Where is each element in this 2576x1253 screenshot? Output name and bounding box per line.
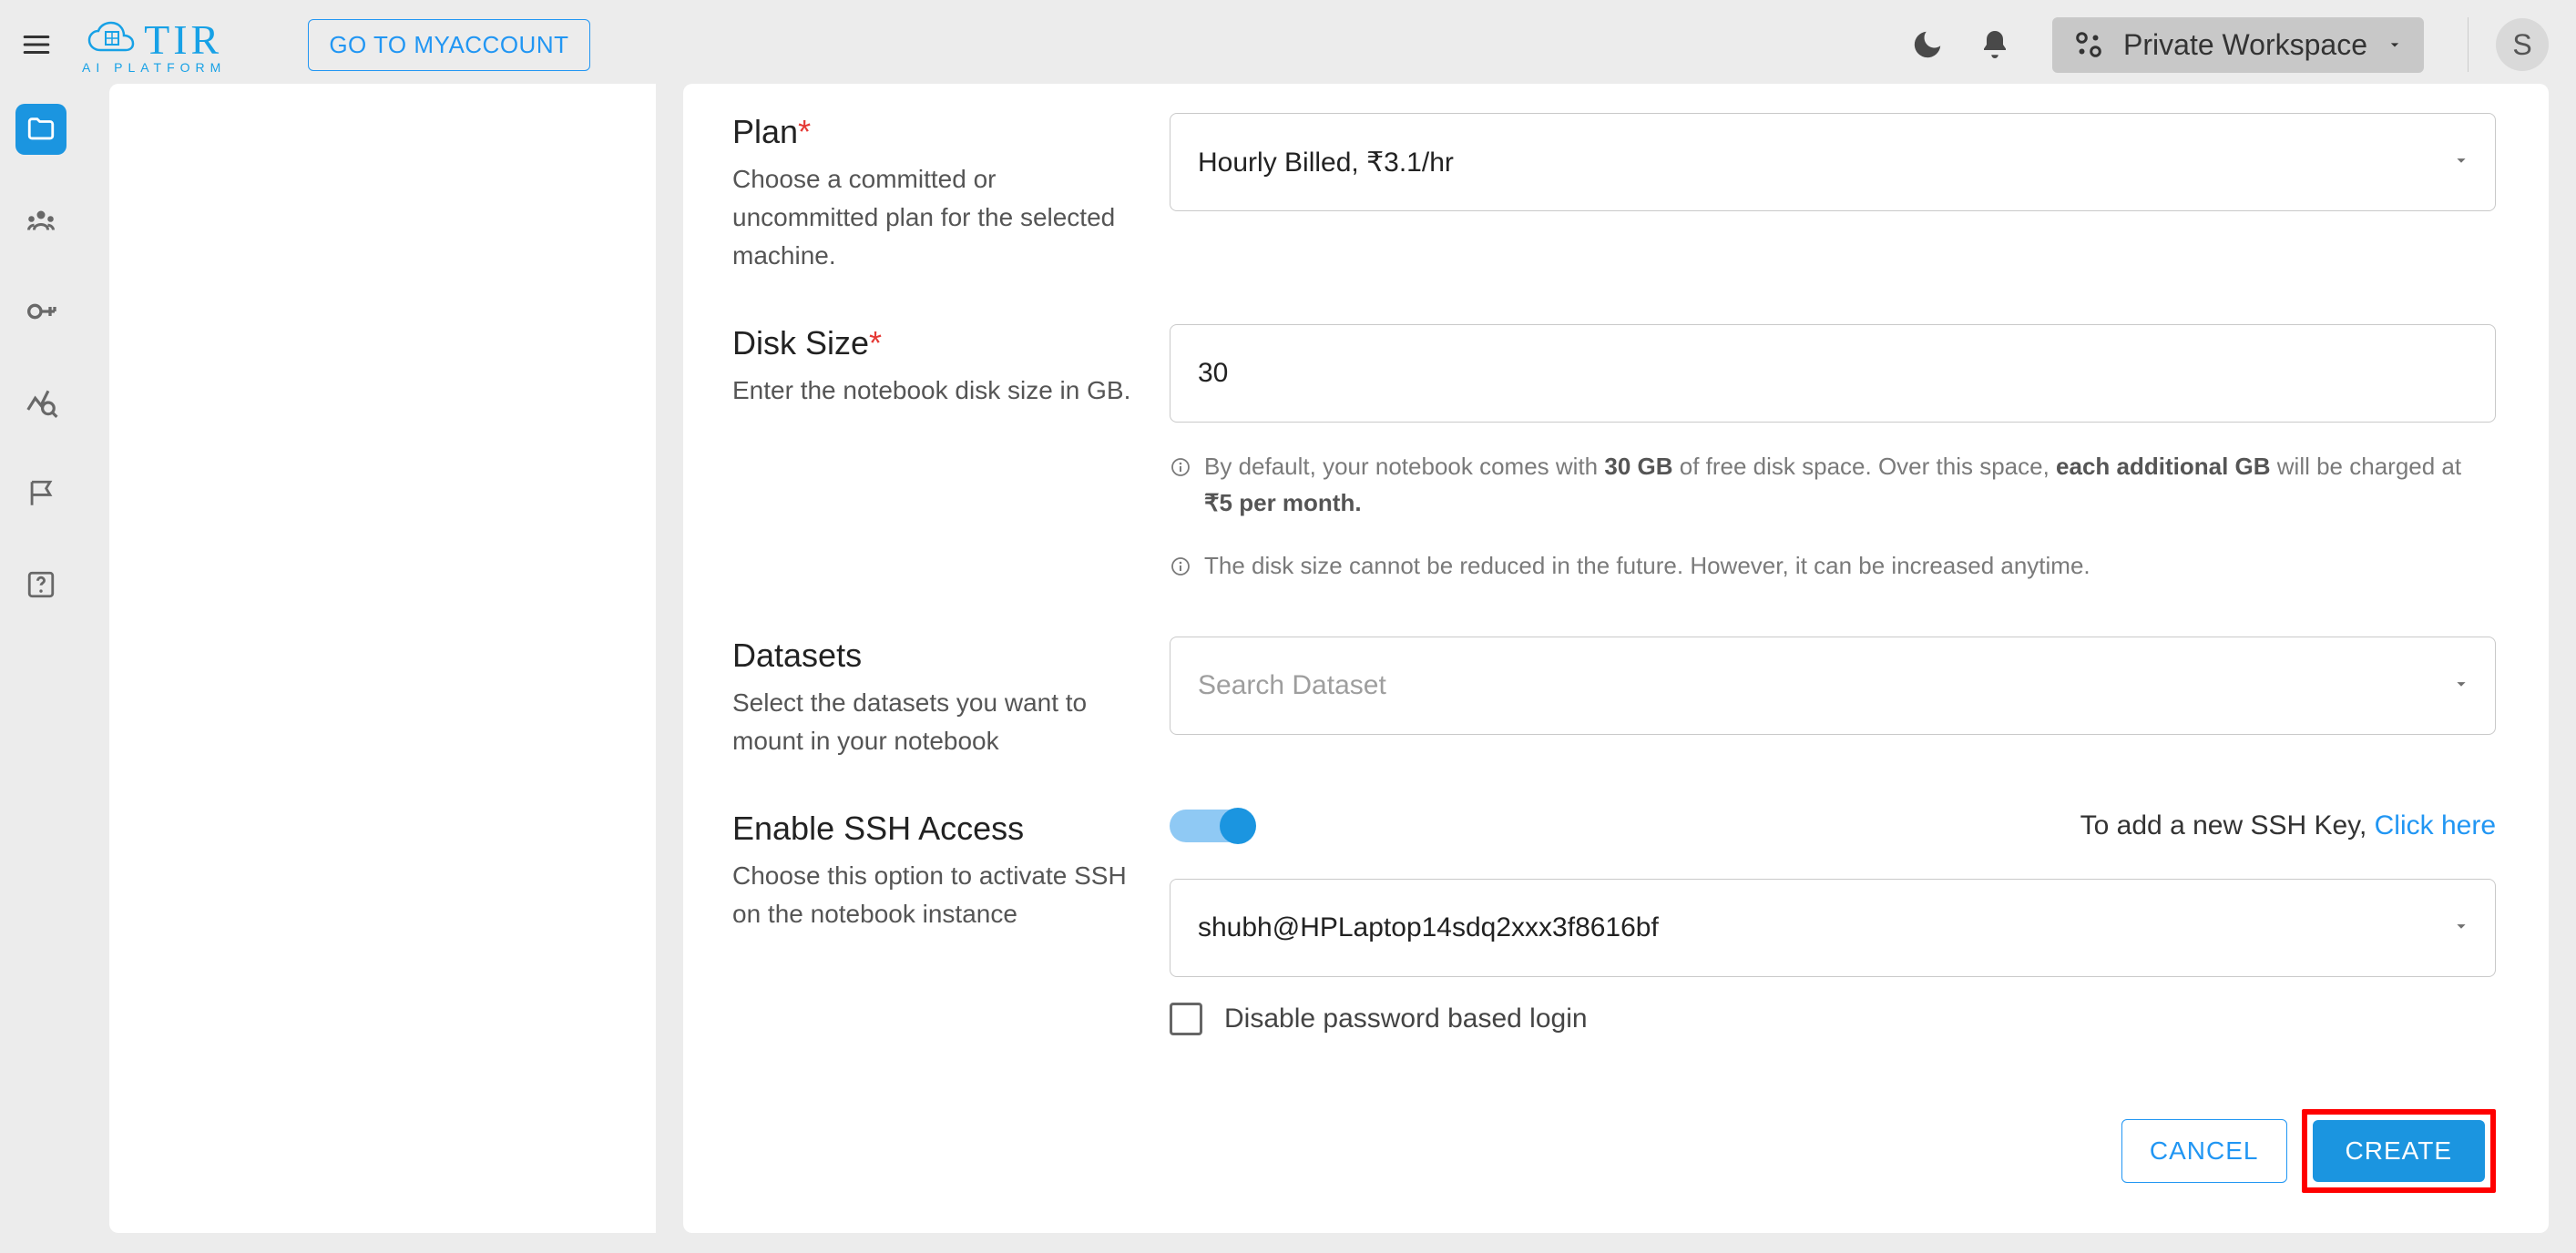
create-highlight: CREATE [2302,1109,2497,1193]
checkbox-icon [1170,1003,1202,1035]
header-divider [2468,17,2469,72]
wizard-left-panel [109,84,656,1233]
theme-toggle-button[interactable] [1905,22,1950,67]
logo-text: TIR [144,15,222,64]
add-ssh-key-link[interactable]: Click here [2375,810,2496,840]
disk-label: Disk Size* [732,324,1133,362]
plan-row: Plan* Choose a committed or uncommitted … [732,113,2496,275]
key-icon [23,293,59,330]
ssh-label: Enable SSH Access [732,810,1133,848]
datasets-label: Datasets [732,637,1133,675]
ssh-key-select[interactable]: shubh@HPLaptop14sdq2xxx3f8616bf [1170,879,2496,977]
workspace-selector[interactable]: Private Workspace [2052,17,2424,73]
logo-subtext: AI PLATFORM [82,60,226,75]
chevron-down-icon [2451,912,2471,943]
logo[interactable]: TIR AI PLATFORM [82,15,226,75]
flag-icon [26,478,56,509]
workspace-icon [2072,28,2105,61]
notifications-button[interactable] [1972,22,2018,67]
disk-desc: Enter the notebook disk size in GB. [732,372,1133,410]
sidebar-item-flag[interactable] [15,468,66,519]
disk-help-1: By default, your notebook comes with 30 … [1170,448,2496,522]
help-icon [26,569,56,600]
workspace-label: Private Workspace [2123,28,2367,62]
disable-password-label: Disable password based login [1224,1003,1588,1034]
form-actions: CANCEL CREATE [732,1109,2496,1193]
sidebar-nav [0,89,82,1253]
plan-desc: Choose a committed or uncommitted plan f… [732,160,1133,275]
menu-toggle-button[interactable] [18,26,55,63]
bell-icon [1978,28,2011,61]
ssh-hint: To add a new SSH Key, Click here [2080,810,2496,841]
datasets-row: Datasets Select the datasets you want to… [732,637,2496,760]
sidebar-item-keys[interactable] [15,286,66,337]
team-icon [25,204,57,237]
info-icon [1170,452,1191,488]
disk-value: 30 [1198,358,1228,389]
datasets-placeholder: Search Dataset [1198,670,1386,701]
caret-down-icon [2386,36,2404,54]
create-notebook-form: Plan* Choose a committed or uncommitted … [683,84,2549,1233]
disk-size-input[interactable]: 30 [1170,324,2496,423]
sidebar-item-help[interactable] [15,559,66,610]
create-button[interactable]: CREATE [2313,1120,2486,1182]
info-icon [1170,551,1191,587]
plan-label: Plan* [732,113,1133,151]
disable-password-checkbox[interactable]: Disable password based login [1170,1003,2496,1035]
plan-select[interactable]: Hourly Billed, ₹3.1/hr [1170,113,2496,211]
ssh-desc: Choose this option to activate SSH on th… [732,857,1133,933]
analytics-search-icon [24,385,58,420]
chevron-down-icon [2451,147,2471,178]
disk-help-2: The disk size cannot be reduced in the f… [1170,547,2496,587]
app-header: TIR AI PLATFORM GO TO MYACCOUNT Private … [0,0,2576,89]
moon-icon [1910,27,1945,62]
main-content: Plan* Choose a committed or uncommitted … [82,89,2576,1253]
hamburger-icon [21,29,52,60]
go-to-myaccount-button[interactable]: GO TO MYACCOUNT [308,19,589,71]
ssh-row: Enable SSH Access Choose this option to … [732,810,2496,1035]
chevron-down-icon [2451,670,2471,701]
toggle-knob [1220,808,1256,844]
plan-value: Hourly Billed, ₹3.1/hr [1198,147,1454,178]
ssh-key-value: shubh@HPLaptop14sdq2xxx3f8616bf [1198,912,1659,943]
user-avatar[interactable]: S [2496,18,2549,71]
sidebar-item-team[interactable] [15,195,66,246]
sidebar-item-projects[interactable] [15,104,66,155]
datasets-select[interactable]: Search Dataset [1170,637,2496,735]
datasets-desc: Select the datasets you want to mount in… [732,684,1133,760]
sidebar-item-monitor[interactable] [15,377,66,428]
disk-row: Disk Size* Enter the notebook disk size … [732,324,2496,587]
folder-icon [26,114,56,145]
cancel-button[interactable]: CANCEL [2121,1119,2287,1183]
cloud-logo-icon [86,19,137,59]
ssh-toggle[interactable] [1170,810,1253,842]
